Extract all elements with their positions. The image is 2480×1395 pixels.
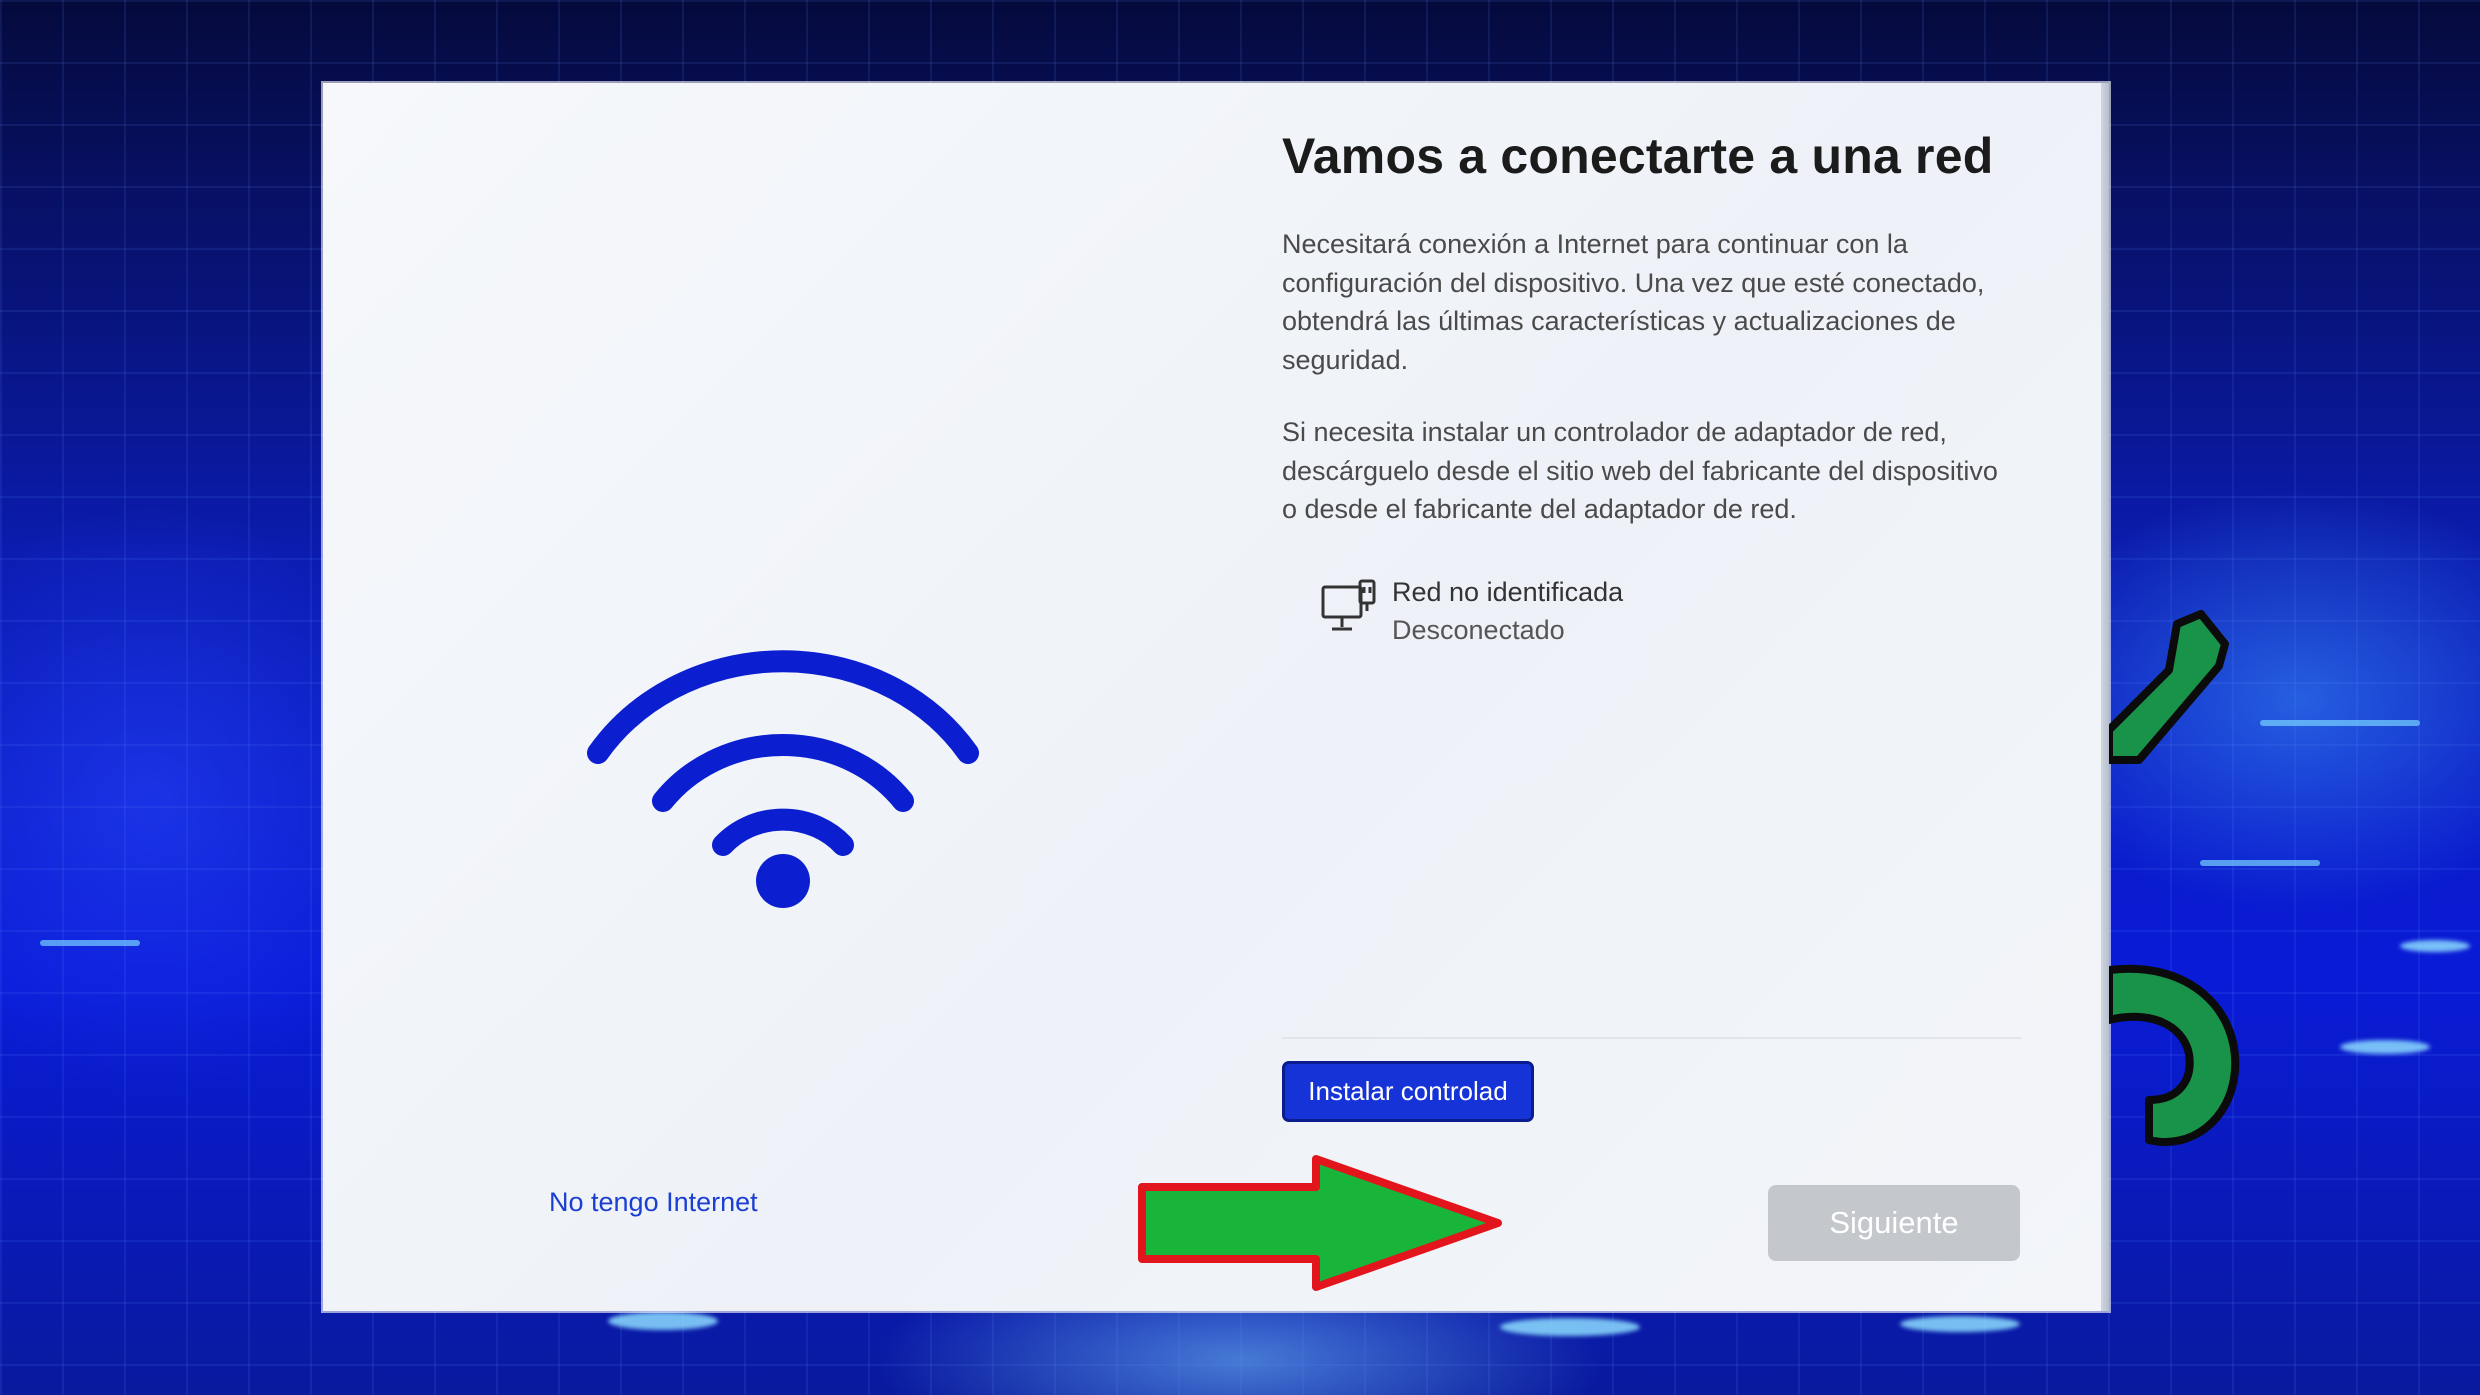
wifi-icon bbox=[587, 650, 979, 908]
window-edge bbox=[2101, 83, 2109, 1311]
right-pane: Vamos a conectarte a una red Necesitará … bbox=[1282, 83, 2042, 1311]
next-button[interactable]: Siguiente bbox=[1768, 1185, 2020, 1261]
background-light bbox=[608, 1312, 718, 1330]
background-light bbox=[1500, 1318, 1640, 1336]
wrench-icon bbox=[2109, 610, 2240, 1146]
network-item[interactable]: Red no identificada Desconectado bbox=[1320, 577, 1920, 667]
description-driver: Si necesita instalar un controlador de a… bbox=[1282, 417, 1998, 524]
wired-network-icon bbox=[1321, 579, 1376, 631]
install-driver-button[interactable]: Instalar controlad bbox=[1282, 1061, 1534, 1122]
background-light bbox=[2340, 1040, 2430, 1054]
description-connection: Necesitará conexión a Internet para cont… bbox=[1282, 229, 1985, 375]
no-internet-link[interactable]: No tengo Internet bbox=[549, 1187, 758, 1218]
background-light bbox=[1900, 1316, 2020, 1332]
divider bbox=[1282, 1037, 2022, 1039]
setup-window: Vamos a conectarte a una red Necesitará … bbox=[323, 83, 2109, 1311]
network-name: Red no identificada bbox=[1392, 577, 1624, 607]
background-light bbox=[2400, 940, 2470, 952]
page-title: Vamos a conectarte a una red bbox=[1282, 128, 1994, 184]
background-streak bbox=[2260, 720, 2420, 726]
network-status: Desconectado bbox=[1392, 615, 1565, 645]
green-arrow-icon bbox=[1138, 1155, 1502, 1291]
background-streak bbox=[40, 940, 140, 946]
